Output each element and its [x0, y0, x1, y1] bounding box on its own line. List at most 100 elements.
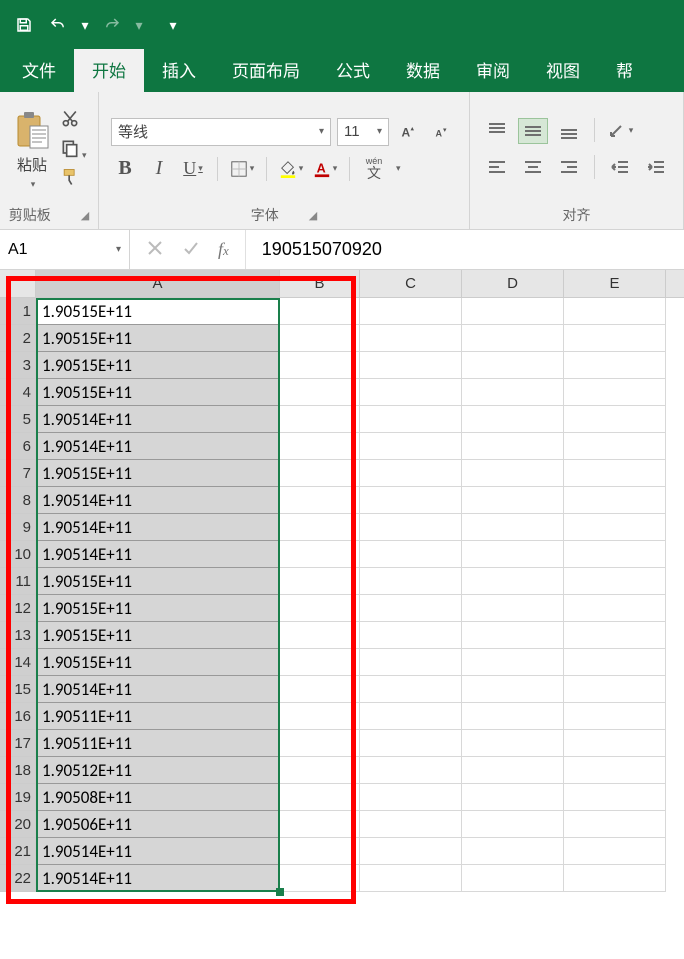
cell[interactable]: 1.90514E+11	[36, 487, 280, 514]
cell[interactable]	[462, 865, 564, 892]
cell[interactable]	[360, 325, 462, 352]
cell[interactable]	[360, 595, 462, 622]
phonetic-guide-icon[interactable]: wén 文	[360, 156, 388, 182]
tab-help[interactable]: 帮	[598, 49, 651, 92]
cell[interactable]	[462, 811, 564, 838]
cell[interactable]	[360, 811, 462, 838]
cell[interactable]	[360, 460, 462, 487]
cell[interactable]: 1.90515E+11	[36, 595, 280, 622]
cell[interactable]	[360, 568, 462, 595]
cell[interactable]: 1.90511E+11	[36, 703, 280, 730]
cell[interactable]	[360, 379, 462, 406]
cell[interactable]	[462, 703, 564, 730]
cell[interactable]: 1.90515E+11	[36, 298, 280, 325]
font-dialog-launcher-icon[interactable]: ◢	[309, 209, 317, 222]
row-header[interactable]: 16	[0, 703, 36, 730]
cell[interactable]	[280, 622, 360, 649]
formula-input[interactable]: 190515070920	[246, 230, 684, 269]
col-header-C[interactable]: C	[360, 270, 462, 297]
cell[interactable]	[360, 298, 462, 325]
cell[interactable]	[462, 784, 564, 811]
cell[interactable]	[564, 325, 666, 352]
fx-icon[interactable]: fx	[218, 239, 229, 260]
align-center-icon[interactable]	[518, 155, 548, 181]
font-color-icon[interactable]: A▾	[311, 156, 339, 182]
cell[interactable]	[462, 514, 564, 541]
underline-button[interactable]: U▾	[179, 156, 207, 182]
row-header[interactable]: 11	[0, 568, 36, 595]
format-painter-icon[interactable]	[60, 167, 87, 190]
row-header[interactable]: 3	[0, 352, 36, 379]
cell[interactable]: 1.90515E+11	[36, 325, 280, 352]
cell[interactable]	[280, 406, 360, 433]
select-all-corner[interactable]	[0, 270, 36, 297]
row-header[interactable]: 15	[0, 676, 36, 703]
cell[interactable]	[564, 676, 666, 703]
enter-formula-icon[interactable]	[182, 239, 200, 260]
cell[interactable]	[462, 487, 564, 514]
cell[interactable]	[280, 541, 360, 568]
font-name-select[interactable]: 等线 ▾	[111, 118, 331, 146]
fill-color-icon[interactable]: ▾	[277, 156, 305, 182]
align-bottom-icon[interactable]	[554, 118, 584, 144]
align-right-icon[interactable]	[554, 155, 584, 181]
col-header-D[interactable]: D	[462, 270, 564, 297]
cell[interactable]	[280, 352, 360, 379]
cell[interactable]	[564, 433, 666, 460]
cell[interactable]: 1.90515E+11	[36, 622, 280, 649]
cell[interactable]	[564, 298, 666, 325]
tab-view[interactable]: 视图	[528, 49, 598, 92]
cell[interactable]	[462, 649, 564, 676]
undo-icon[interactable]	[44, 11, 72, 39]
row-header[interactable]: 14	[0, 649, 36, 676]
cell[interactable]	[360, 487, 462, 514]
bold-button[interactable]: B	[111, 156, 139, 182]
col-header-E[interactable]: E	[564, 270, 666, 297]
row-header[interactable]: 19	[0, 784, 36, 811]
font-size-select[interactable]: 11 ▾	[337, 118, 389, 146]
align-top-icon[interactable]	[482, 118, 512, 144]
cell[interactable]: 1.90512E+11	[36, 757, 280, 784]
cell[interactable]	[564, 622, 666, 649]
tab-layout[interactable]: 页面布局	[214, 49, 318, 92]
cell[interactable]: 1.90515E+11	[36, 352, 280, 379]
tab-data[interactable]: 数据	[388, 49, 458, 92]
cell[interactable]	[280, 460, 360, 487]
cell[interactable]	[462, 541, 564, 568]
cell[interactable]	[462, 622, 564, 649]
row-header[interactable]: 17	[0, 730, 36, 757]
cell[interactable]	[462, 595, 564, 622]
col-header-B[interactable]: B	[280, 270, 360, 297]
paste-button[interactable]: 粘贴 ▾	[8, 106, 56, 194]
cell[interactable]	[462, 568, 564, 595]
cell[interactable]: 1.90514E+11	[36, 541, 280, 568]
orientation-icon[interactable]: ▾	[605, 118, 635, 144]
cell[interactable]: 1.90514E+11	[36, 433, 280, 460]
cell[interactable]	[280, 649, 360, 676]
cut-icon[interactable]	[60, 109, 87, 132]
fill-handle[interactable]	[276, 888, 284, 896]
cell[interactable]	[564, 703, 666, 730]
cancel-formula-icon[interactable]	[146, 239, 164, 260]
cell[interactable]	[564, 352, 666, 379]
cell[interactable]	[462, 460, 564, 487]
align-middle-icon[interactable]	[518, 118, 548, 144]
borders-icon[interactable]: ▾	[228, 156, 256, 182]
decrease-indent-icon[interactable]	[605, 155, 635, 181]
decrease-font-icon[interactable]: A▾	[429, 119, 457, 145]
cell[interactable]	[360, 406, 462, 433]
cell[interactable]	[564, 757, 666, 784]
row-header[interactable]: 8	[0, 487, 36, 514]
row-header[interactable]: 1	[0, 298, 36, 325]
cell[interactable]	[564, 784, 666, 811]
cell[interactable]	[360, 676, 462, 703]
row-header[interactable]: 22	[0, 865, 36, 892]
cell[interactable]	[462, 379, 564, 406]
cell[interactable]	[280, 703, 360, 730]
cell[interactable]	[564, 865, 666, 892]
cell[interactable]	[360, 838, 462, 865]
cell[interactable]	[360, 757, 462, 784]
cell[interactable]	[280, 595, 360, 622]
cell[interactable]	[280, 676, 360, 703]
tab-file[interactable]: 文件	[4, 49, 74, 92]
